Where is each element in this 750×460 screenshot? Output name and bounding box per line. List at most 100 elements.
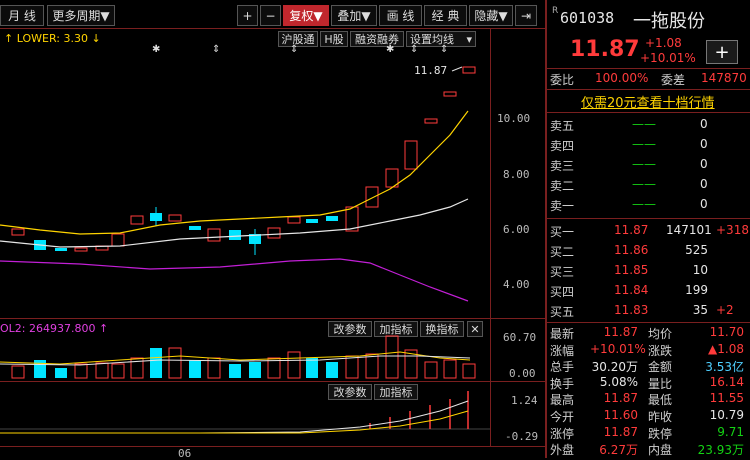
bid-row[interactable]: 买三 11.85 10 bbox=[548, 262, 750, 281]
ask-row[interactable]: 卖一 —— 0 bbox=[548, 196, 750, 215]
vol-y-tick: 60.70 bbox=[503, 331, 537, 344]
price-change-pct: +10.01% bbox=[640, 51, 696, 65]
ask-price: —— bbox=[632, 137, 656, 151]
quote-label: 今开 bbox=[550, 410, 575, 424]
bid-row[interactable]: 买四 11.84 199 bbox=[548, 282, 750, 301]
quote-row: 换手 5.08% 量比 16.14 bbox=[548, 374, 750, 391]
period-month-button[interactable]: 月 线 bbox=[0, 5, 44, 26]
candle bbox=[267, 227, 281, 239]
y-tick: 4.00 bbox=[503, 278, 530, 291]
volume-bars bbox=[11, 335, 476, 379]
quote-value: 9.71 bbox=[717, 424, 744, 439]
collapse-panel-button[interactable]: ⇥ bbox=[515, 5, 537, 26]
ask-row[interactable]: 卖三 —— 0 bbox=[548, 156, 750, 175]
ma-purple-line bbox=[0, 258, 469, 302]
rp-divider bbox=[547, 89, 750, 90]
quote-value: 11.60 bbox=[603, 408, 638, 422]
quote-label: 金额 bbox=[648, 360, 673, 375]
bid-delta: +2 bbox=[716, 303, 734, 317]
rp-divider bbox=[547, 68, 750, 69]
ask-price: —— bbox=[632, 197, 656, 211]
quote-value: 11.55 bbox=[709, 391, 744, 406]
macd-y-tick: -0.29 bbox=[505, 430, 539, 443]
candles bbox=[11, 66, 476, 255]
quote-value: 30.20万 bbox=[591, 360, 638, 375]
ask-label: 卖二 bbox=[550, 179, 575, 193]
candle bbox=[424, 118, 438, 124]
candle bbox=[55, 248, 67, 251]
macd-chart[interactable] bbox=[0, 383, 490, 445]
bid-row[interactable]: 买五 11.83 35 +2 bbox=[548, 302, 750, 321]
ask-row[interactable]: 卖四 —— 0 bbox=[548, 136, 750, 155]
y-tick: 6.00 bbox=[503, 223, 530, 236]
quote-value: 5.08% bbox=[599, 374, 638, 389]
weicha-value: 147870 bbox=[701, 71, 747, 85]
more-period-dropdown[interactable]: 更多周期▼ bbox=[47, 5, 115, 26]
bid-label: 买五 bbox=[550, 305, 575, 319]
ask-price: —— bbox=[632, 157, 656, 171]
y-tick: 10.00 bbox=[497, 112, 531, 125]
ask-volume: 0 bbox=[700, 197, 708, 211]
bid-delta: +318 bbox=[716, 223, 749, 237]
candle bbox=[229, 230, 241, 240]
candle bbox=[189, 226, 201, 230]
bid-row[interactable]: 买一 11.87 147101 +318 bbox=[548, 222, 750, 241]
adjust-dropdown[interactable]: 复权▼ bbox=[283, 5, 329, 26]
bid-price: 11.84 bbox=[614, 283, 649, 297]
axis-divider bbox=[490, 28, 491, 446]
bid-price: 11.86 bbox=[614, 243, 649, 257]
quote-label: 量比 bbox=[648, 376, 673, 391]
chevron-down-icon: ▼ bbox=[313, 9, 323, 23]
candle bbox=[462, 66, 476, 74]
quote-row: 总手 30.20万 金额 3.53亿 bbox=[548, 357, 750, 375]
x-axis-label: 06 bbox=[178, 447, 192, 460]
ask-row[interactable]: 卖二 —— 0 bbox=[548, 176, 750, 195]
ask-row[interactable]: 卖五 —— 0 bbox=[548, 116, 750, 135]
quote-value: 6.27万 bbox=[599, 443, 638, 458]
bid-price: 11.85 bbox=[614, 263, 649, 277]
kline-chart[interactable] bbox=[0, 29, 490, 318]
quote-value: +10.01% bbox=[590, 341, 646, 356]
plus-icon: + bbox=[714, 42, 730, 63]
quote-label: 换手 bbox=[550, 376, 575, 391]
ask-label: 卖一 bbox=[550, 199, 575, 213]
y-tick: 8.00 bbox=[503, 168, 530, 181]
candle bbox=[207, 228, 221, 242]
quote-value: 16.14 bbox=[709, 374, 744, 389]
ask-price: —— bbox=[632, 177, 656, 191]
weicha-label: 委差 bbox=[661, 73, 686, 87]
quote-value: ▲1.08 bbox=[708, 341, 744, 356]
bid-volume: 199 bbox=[685, 283, 708, 297]
ask-price: —— bbox=[632, 117, 656, 131]
quote-label: 跌停 bbox=[648, 426, 673, 441]
bid-price: 11.83 bbox=[614, 303, 649, 317]
quote-label: 最低 bbox=[648, 393, 673, 408]
classic-button[interactable]: 经 典 bbox=[424, 5, 467, 26]
candle bbox=[306, 219, 318, 223]
ask-volume: 0 bbox=[700, 117, 708, 131]
quote-value: 11.87 bbox=[603, 325, 638, 339]
zoom-in-button[interactable]: + bbox=[237, 5, 258, 26]
bid-volume: 35 bbox=[692, 303, 708, 317]
draw-line-button[interactable]: 画 线 bbox=[379, 5, 422, 26]
candle bbox=[287, 216, 301, 224]
bid-row[interactable]: 买二 11.86 525 bbox=[548, 242, 750, 261]
zoom-out-button[interactable]: − bbox=[260, 5, 281, 26]
rp-divider bbox=[547, 218, 750, 219]
add-watchlist-button[interactable]: + bbox=[706, 40, 738, 64]
overlay-dropdown[interactable]: 叠加▼ bbox=[331, 5, 377, 26]
quote-label: 涨跌 bbox=[648, 343, 673, 358]
quote-value: 11.70 bbox=[709, 325, 744, 339]
volume-chart[interactable] bbox=[0, 330, 490, 380]
l2-upgrade-link[interactable]: 仅需20元查看十档行情 bbox=[581, 92, 715, 111]
hide-label: 隐藏 bbox=[474, 9, 499, 23]
quote-label: 涨停 bbox=[550, 426, 575, 441]
quote-row: 涨停 11.87 跌停 9.71 bbox=[548, 424, 750, 441]
quote-value: 11.87 bbox=[603, 424, 638, 439]
weibi-value: 100.00% bbox=[595, 71, 649, 85]
quote-label: 最高 bbox=[550, 393, 575, 408]
quote-row: 涨幅 +10.01% 涨跌 ▲1.08 bbox=[548, 341, 750, 358]
hide-dropdown[interactable]: 隐藏▼ bbox=[469, 5, 513, 26]
rp-divider bbox=[547, 322, 750, 323]
bid-volume: 10 bbox=[692, 263, 708, 277]
